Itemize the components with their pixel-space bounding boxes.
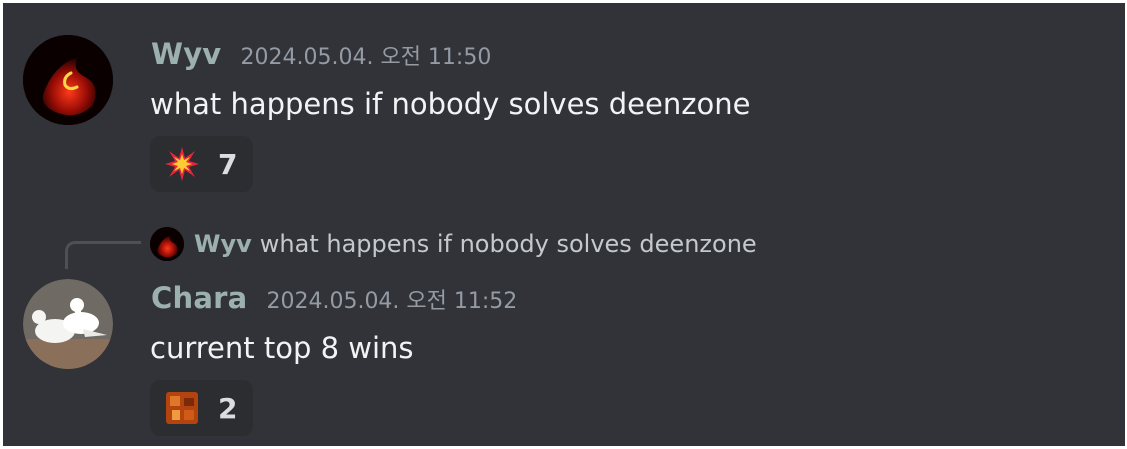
timestamp: 2024.05.04. 오전 11:52 (266, 289, 518, 314)
white-doves-avatar-icon (23, 279, 113, 369)
reply-reference[interactable]: Wyv what happens if nobody solves deenzo… (150, 227, 757, 261)
reaction-button[interactable]: 2 (150, 380, 254, 436)
reply-username[interactable]: Wyv (194, 230, 252, 258)
red-flame-avatar-icon (23, 35, 113, 125)
reaction-count: 2 (218, 391, 238, 425)
message-content: what happens if nobody solves deenzone (150, 87, 751, 121)
reaction-count: 7 (218, 147, 238, 181)
red-flame-avatar-icon (150, 227, 184, 261)
message-content: current top 8 wins (150, 331, 414, 365)
collision-burst-emoji (165, 147, 199, 181)
orange-custom-emoji (166, 392, 198, 424)
user-avatar[interactable] (23, 279, 113, 369)
reply-content[interactable]: what happens if nobody solves deenzone (260, 230, 757, 258)
reply-connector (65, 241, 141, 269)
username[interactable]: Chara (151, 281, 247, 315)
reply-avatar (150, 227, 184, 261)
user-avatar[interactable] (23, 35, 113, 125)
chat-panel: Wyv 2024.05.04. 오전 11:50 what happens if… (3, 3, 1125, 446)
reaction-button[interactable]: 7 (150, 136, 254, 192)
timestamp: 2024.05.04. 오전 11:50 (240, 45, 492, 70)
username[interactable]: Wyv (151, 37, 221, 71)
